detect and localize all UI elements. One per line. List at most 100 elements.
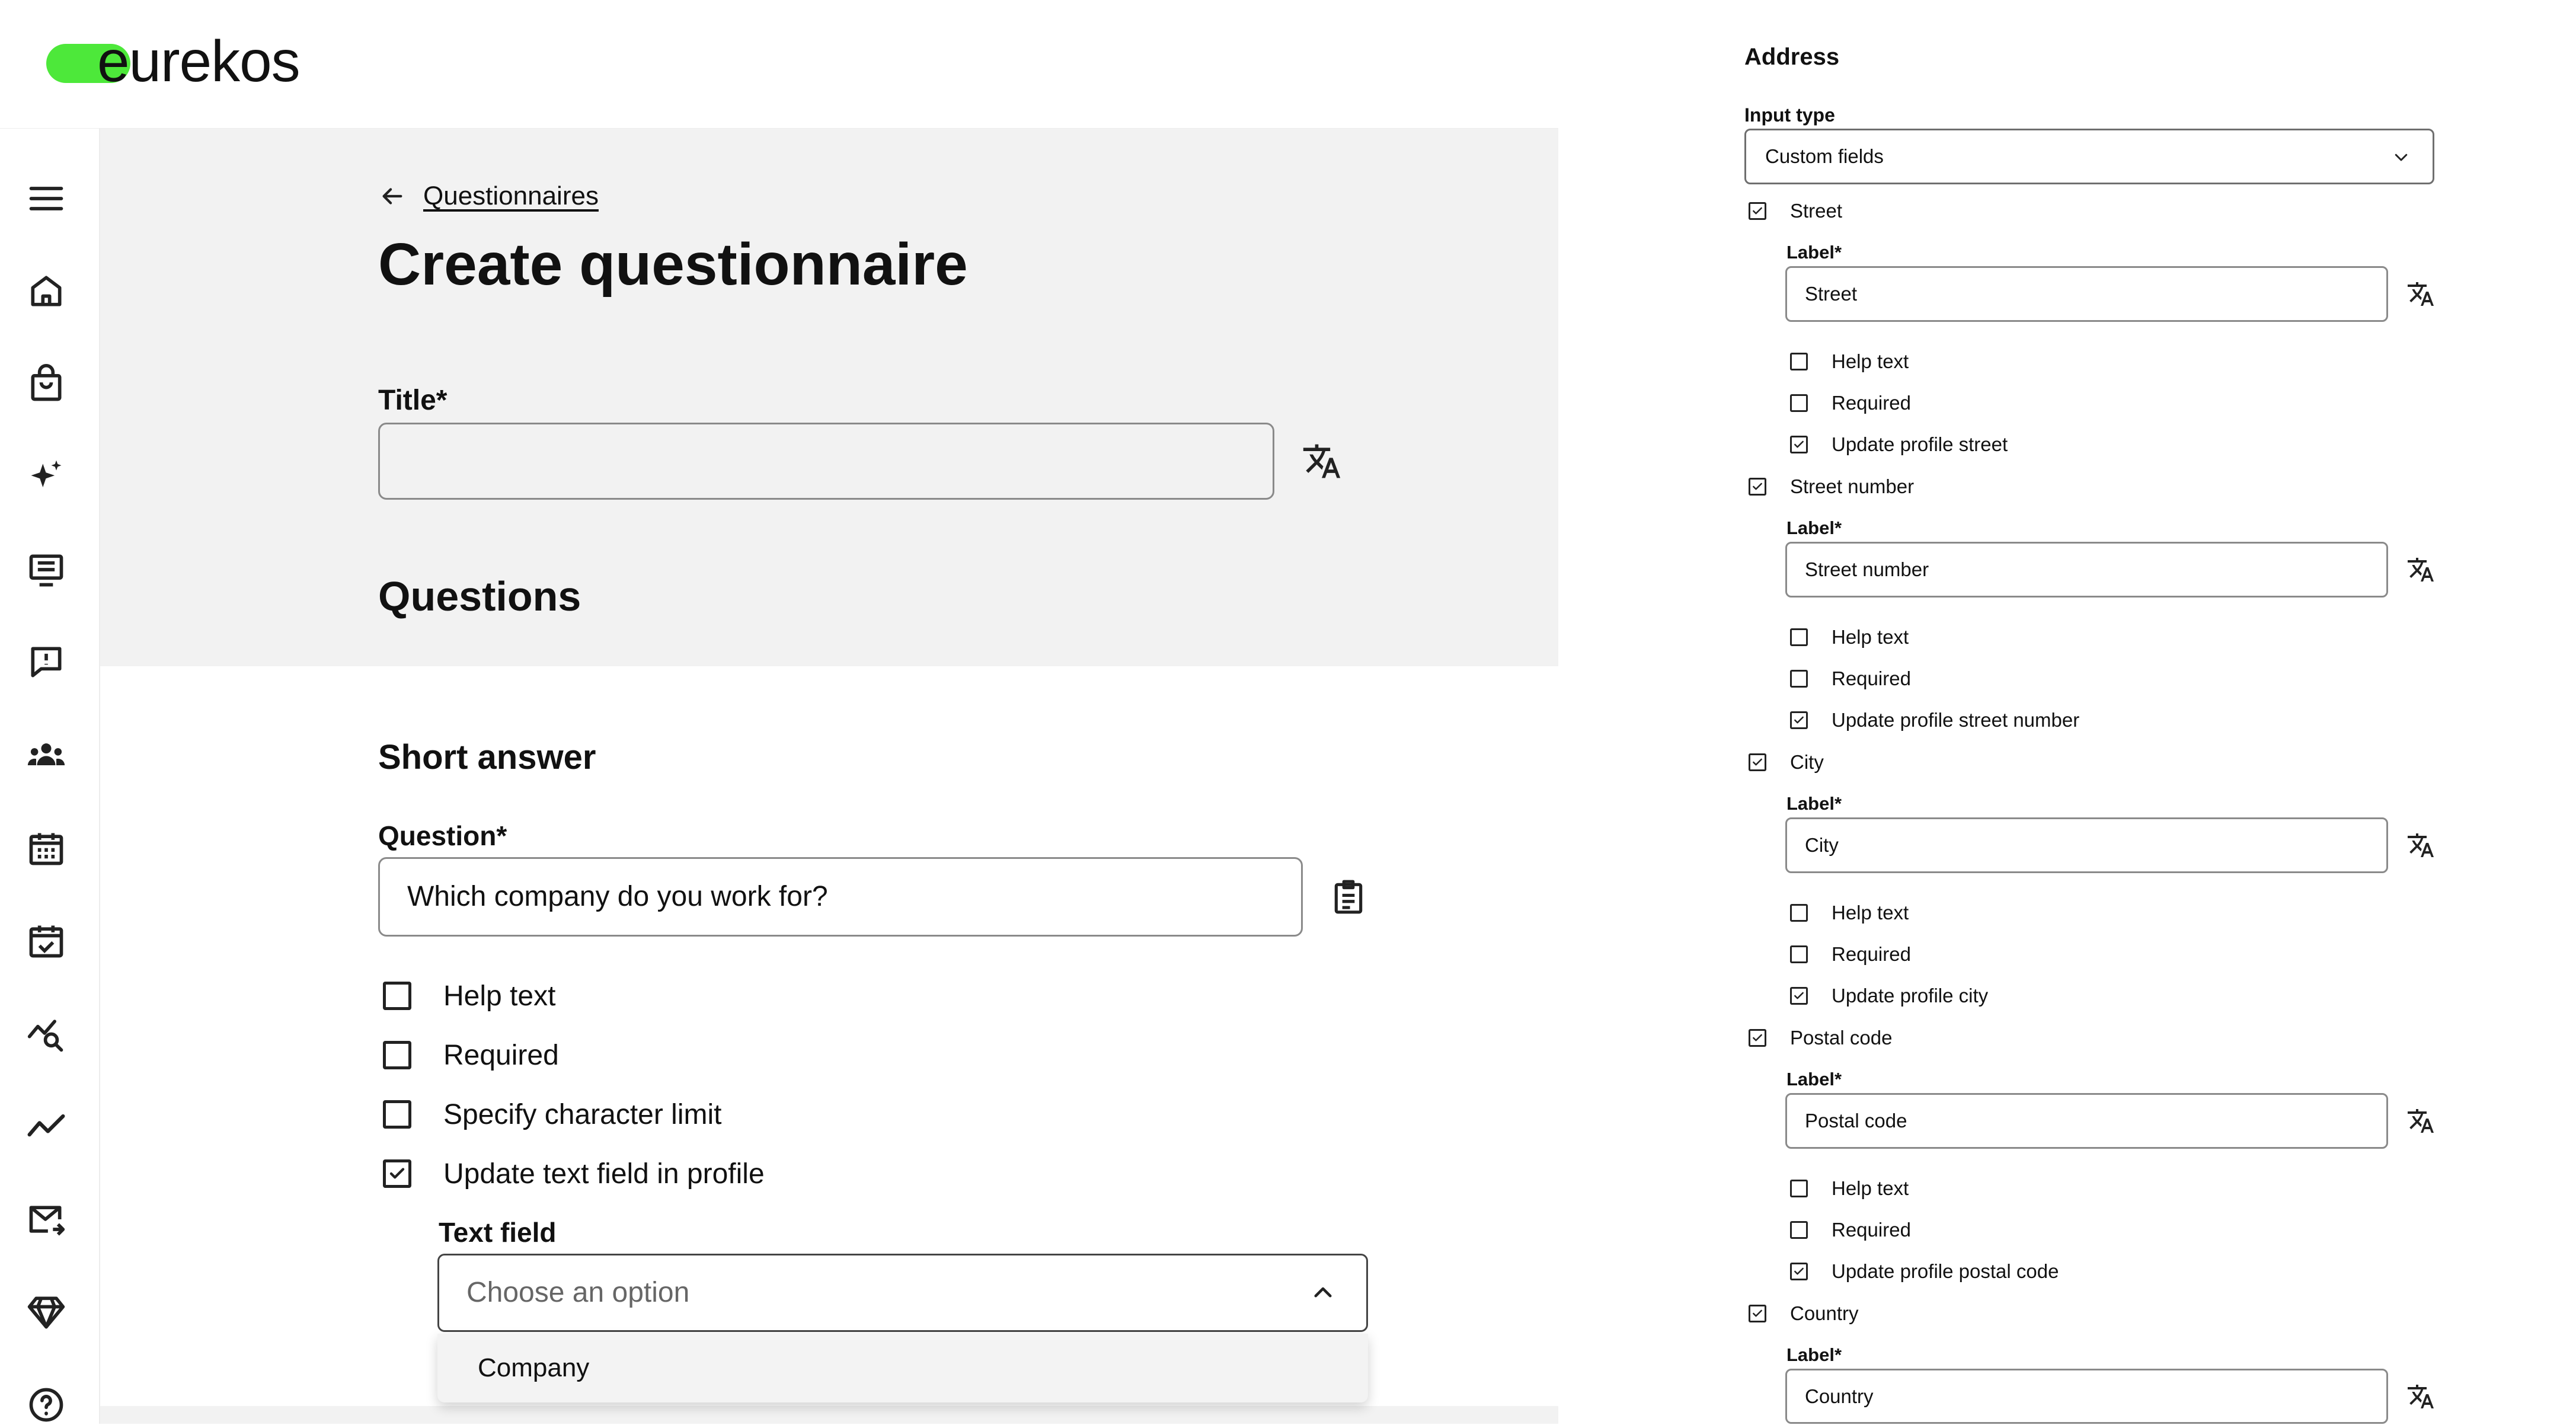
checkbox-unchecked-icon bbox=[1790, 1221, 1808, 1239]
help-icon[interactable] bbox=[26, 1385, 66, 1425]
checkbox-label: Update profile city bbox=[1832, 985, 1989, 1007]
logo-text: eurekos bbox=[97, 28, 301, 94]
street-number-help-text-checkbox[interactable]: Help text bbox=[1790, 624, 1909, 650]
translate-icon[interactable] bbox=[2406, 280, 2435, 308]
field-name: Street number bbox=[1790, 475, 1915, 497]
checkbox-label: Required bbox=[443, 1039, 559, 1071]
update-profile-checkbox[interactable]: Update text field in profile bbox=[383, 1156, 765, 1191]
street-help-text-checkbox[interactable]: Help text bbox=[1790, 349, 1909, 375]
clipboard-icon[interactable] bbox=[1330, 877, 1367, 916]
trend-line-icon[interactable] bbox=[26, 1106, 66, 1146]
checkbox-label: Required bbox=[1832, 1219, 1911, 1241]
select-placeholder: Choose an option bbox=[466, 1277, 690, 1308]
field-street-checkbox[interactable]: Street bbox=[1749, 198, 1842, 224]
checkbox-label: Help text bbox=[1832, 350, 1909, 372]
checkbox-label: Help text bbox=[1832, 1177, 1909, 1199]
page-title: Create questionnaire bbox=[378, 231, 968, 298]
title-input[interactable] bbox=[378, 423, 1274, 500]
chevron-down-icon bbox=[2392, 148, 2410, 166]
title-field-label: Title* bbox=[378, 385, 448, 416]
help-text-checkbox[interactable]: Help text bbox=[383, 978, 555, 1014]
city-help-text-checkbox[interactable]: Help text bbox=[1790, 900, 1909, 926]
field-postal-code-checkbox[interactable]: Postal code bbox=[1749, 1025, 1892, 1051]
checkbox-unchecked-icon bbox=[383, 1041, 411, 1069]
checkbox-unchecked-icon bbox=[1790, 670, 1808, 688]
calendar-check-icon[interactable] bbox=[26, 921, 66, 961]
question-field-label: Question* bbox=[378, 820, 507, 851]
checkbox-label: Help text bbox=[1832, 902, 1909, 924]
city-label-input[interactable]: City bbox=[1785, 817, 2388, 873]
field-name: Street bbox=[1790, 200, 1843, 222]
shopping-bag-icon[interactable] bbox=[26, 364, 66, 404]
checkbox-checked-icon bbox=[1749, 1305, 1766, 1322]
top-bar: eurekos bbox=[0, 0, 1558, 129]
checkbox-label: Update text field in profile bbox=[443, 1158, 765, 1190]
checkbox-checked-icon bbox=[1749, 753, 1766, 771]
field-street-number-checkbox[interactable]: Street number bbox=[1749, 474, 1914, 500]
city-update-profile-checkbox[interactable]: Update profile city bbox=[1790, 983, 1988, 1009]
translate-icon[interactable] bbox=[2406, 555, 2435, 584]
checkbox-checked-icon bbox=[1749, 478, 1766, 496]
checkbox-label: Update profile street number bbox=[1832, 709, 2080, 731]
diamond-icon[interactable] bbox=[26, 1292, 66, 1332]
city-required-checkbox[interactable]: Required bbox=[1790, 941, 1911, 967]
checkbox-unchecked-icon bbox=[383, 982, 411, 1010]
checkbox-unchecked-icon bbox=[1790, 628, 1808, 646]
translate-icon[interactable] bbox=[2406, 1107, 2435, 1135]
street-update-profile-checkbox[interactable]: Update profile street bbox=[1790, 432, 2008, 458]
street-number-update-profile-checkbox[interactable]: Update profile street number bbox=[1790, 707, 2079, 733]
chevron-up-icon bbox=[1311, 1280, 1335, 1305]
checkbox-unchecked-icon bbox=[1790, 1180, 1808, 1197]
sidebar-nav bbox=[0, 129, 100, 1424]
label-caption: Label* bbox=[1786, 1344, 1842, 1365]
checkbox-label: Specify character limit bbox=[443, 1098, 722, 1130]
text-field-select[interactable]: Choose an option bbox=[437, 1254, 1368, 1332]
country-label-input[interactable]: Country bbox=[1785, 1369, 2388, 1424]
checkbox-unchecked-icon bbox=[383, 1100, 411, 1129]
checkbox-label: Required bbox=[1832, 392, 1911, 414]
arrow-left-icon bbox=[382, 188, 402, 205]
postal-code-label-input[interactable]: Postal code bbox=[1785, 1093, 2388, 1149]
field-city-checkbox[interactable]: City bbox=[1749, 749, 1824, 775]
label-caption: Label* bbox=[1786, 242, 1842, 263]
checkbox-unchecked-icon bbox=[1790, 394, 1808, 412]
street-number-required-checkbox[interactable]: Required bbox=[1790, 666, 1911, 692]
street-number-label-input[interactable]: Street number bbox=[1785, 542, 2388, 598]
checkbox-label: Help text bbox=[443, 980, 556, 1012]
back-to-questionnaires-link[interactable]: Questionnaires bbox=[378, 179, 599, 213]
translate-icon[interactable] bbox=[2406, 831, 2435, 860]
postal-code-help-text-checkbox[interactable]: Help text bbox=[1790, 1175, 1909, 1202]
street-label-input[interactable]: Street bbox=[1785, 266, 2388, 322]
question-type-heading: Short answer bbox=[378, 738, 596, 777]
street-required-checkbox[interactable]: Required bbox=[1790, 390, 1911, 416]
checkbox-checked-icon bbox=[1749, 202, 1766, 220]
required-checkbox[interactable]: Required bbox=[383, 1037, 559, 1073]
input-type-select[interactable]: Custom fields bbox=[1744, 129, 2434, 184]
checkbox-label: Update profile postal code bbox=[1832, 1260, 2059, 1282]
home-icon[interactable] bbox=[26, 271, 66, 311]
mail-send-icon[interactable] bbox=[26, 1199, 66, 1239]
question-input[interactable]: Which company do you work for? bbox=[378, 857, 1303, 937]
translate-icon[interactable] bbox=[1302, 441, 1342, 481]
menu-icon[interactable] bbox=[26, 178, 66, 219]
postal-code-update-profile-checkbox[interactable]: Update profile postal code bbox=[1790, 1258, 2059, 1285]
translate-icon[interactable] bbox=[2406, 1382, 2435, 1411]
postal-code-required-checkbox[interactable]: Required bbox=[1790, 1217, 1911, 1243]
label-caption: Label* bbox=[1786, 517, 1842, 538]
checkbox-unchecked-icon bbox=[1790, 945, 1808, 963]
bottom-divider bbox=[100, 1406, 1558, 1424]
alert-message-icon[interactable] bbox=[26, 642, 66, 682]
list-card-icon[interactable] bbox=[26, 549, 66, 590]
questions-heading: Questions bbox=[378, 573, 581, 619]
sparkle-icon[interactable] bbox=[26, 457, 66, 497]
checkbox-checked-icon bbox=[1749, 1029, 1766, 1047]
search-analytics-icon[interactable] bbox=[26, 1013, 66, 1053]
field-country-checkbox[interactable]: Country bbox=[1749, 1301, 1859, 1327]
field-name: Postal code bbox=[1790, 1027, 1893, 1049]
character-limit-checkbox[interactable]: Specify character limit bbox=[383, 1097, 721, 1132]
dropdown-option-company[interactable]: Company bbox=[478, 1334, 589, 1402]
users-icon[interactable] bbox=[26, 735, 66, 775]
calendar-icon[interactable] bbox=[26, 828, 66, 868]
text-field-label: Text field bbox=[439, 1217, 557, 1248]
field-name: City bbox=[1790, 751, 1824, 773]
